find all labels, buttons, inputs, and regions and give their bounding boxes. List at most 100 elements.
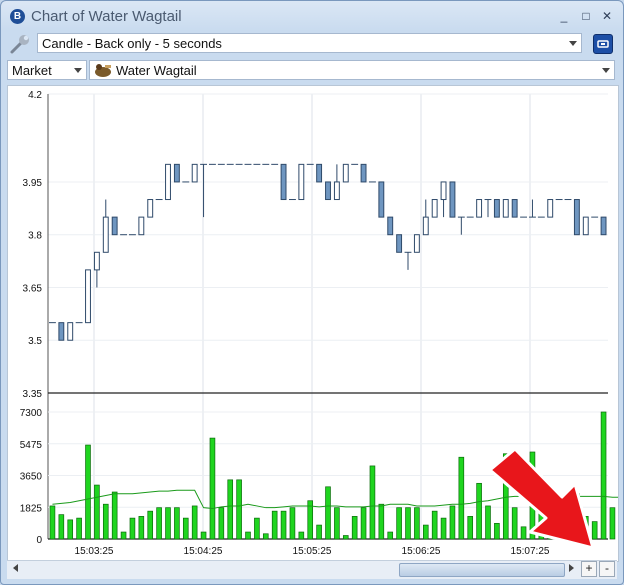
volume-bar (182, 517, 189, 540)
volume-bar (120, 531, 127, 540)
volume-bar (236, 479, 242, 540)
chevron-down-icon (74, 68, 82, 73)
volume-tick-label: 3650 (20, 472, 43, 483)
volume-bar (174, 507, 180, 540)
candle-body (325, 181, 331, 201)
scroll-thumb[interactable] (399, 563, 565, 577)
volume-bar (102, 503, 109, 540)
scroll-right-icon[interactable] (569, 564, 574, 572)
x-tick-label: 15:06:25 (402, 546, 441, 557)
volume-bar (609, 507, 616, 540)
chart-type-toolbar: Candle - Back only - 5 seconds (7, 31, 617, 57)
volume-bar (511, 507, 518, 540)
chart-panel[interactable]: 15:03:25 15:04:25 15:05:25 15:06:25 15:07:25… (7, 85, 623, 562)
volume-bar (485, 505, 491, 540)
candle-body (396, 234, 403, 253)
volume-bar (467, 516, 474, 540)
volume-bar (405, 507, 411, 540)
close-button[interactable]: ✕ (599, 9, 615, 23)
volume-tick-label: 5475 (20, 440, 43, 451)
volume-bar (111, 491, 118, 540)
candle-body (502, 199, 509, 218)
candle-body (67, 322, 74, 341)
volume-bar (458, 456, 465, 540)
chart-type-value: Candle - Back only - 5 seconds (42, 36, 222, 51)
zoom-out-button[interactable]: - (599, 561, 615, 577)
volume-bar (67, 519, 74, 540)
candle-body (111, 216, 118, 236)
volume-bar (325, 486, 331, 540)
volume-bar (387, 531, 394, 540)
scroll-left-icon[interactable] (13, 564, 18, 572)
volume-bar (254, 517, 260, 540)
volume-bar (600, 411, 607, 540)
volume-bar (431, 510, 438, 540)
volume-bar (342, 535, 349, 540)
title-bar[interactable]: B Chart of Water Wagtail _ □ ✕ (1, 1, 623, 31)
volume-tick-label: 1825 (20, 503, 43, 514)
y-tick-label: 4.2 (28, 90, 42, 101)
zoom-in-button[interactable]: + (581, 561, 597, 577)
candle-body (360, 163, 367, 183)
volume-bar (574, 493, 580, 540)
x-tick-label: 15:05:25 (293, 546, 332, 557)
candle-body (173, 163, 180, 183)
maximize-button[interactable]: □ (578, 9, 594, 23)
volume-bar (440, 517, 447, 540)
volume-bar (556, 507, 562, 540)
horse-silks-icon (95, 64, 111, 77)
volume-bar (147, 510, 154, 540)
y-tick-label: 3.65 (23, 283, 43, 294)
market-type-value: Market (12, 63, 52, 78)
volume-bar (271, 510, 278, 540)
minimize-button[interactable]: _ (556, 9, 572, 23)
horizontal-scrollbar[interactable]: + - (7, 560, 617, 579)
candle-body (316, 163, 323, 183)
market-type-select[interactable]: Market (7, 60, 87, 80)
volume-bar (360, 507, 367, 540)
volume-bar (369, 465, 376, 540)
volume-bar (334, 507, 340, 540)
volume-bar (49, 505, 56, 540)
app-icon: B (10, 9, 25, 24)
volume-bar (85, 444, 91, 540)
volume-bar (138, 516, 145, 540)
volume-bar (289, 507, 296, 540)
volume-bar (227, 479, 234, 540)
chart-type-select[interactable]: Candle - Back only - 5 seconds (37, 33, 582, 53)
y-tick-label: 3.35 (23, 389, 43, 400)
volume-bar (565, 526, 571, 540)
volume-bar (547, 510, 554, 540)
x-tick-label: 15:03:25 (75, 546, 114, 557)
candle-body (85, 269, 91, 324)
volume-bar (449, 505, 456, 540)
volume-bar (494, 522, 500, 540)
volume-bar (520, 526, 527, 540)
volume-bar (280, 510, 287, 540)
candle-body (280, 163, 287, 201)
config-button[interactable] (593, 34, 613, 54)
chevron-down-icon (602, 68, 610, 73)
volume-tick-label: 7300 (20, 408, 43, 419)
volume-bar (262, 533, 269, 540)
window-title: Chart of Water Wagtail (31, 8, 182, 25)
volume-bar (351, 516, 358, 540)
volume-bar (165, 507, 171, 540)
volume-bar (476, 482, 482, 540)
volume-bar (245, 531, 251, 540)
volume-bar (538, 486, 545, 540)
candle-body (413, 234, 420, 253)
volume-bar (209, 437, 216, 540)
candle-body (582, 216, 589, 236)
candle-body (600, 216, 607, 236)
volume-bar (378, 503, 385, 540)
volume-bar (76, 517, 82, 540)
chart-window: B Chart of Water Wagtail _ □ ✕ Candle - … (0, 0, 624, 585)
candle-body (138, 216, 145, 236)
candle-body (476, 199, 483, 218)
wrench-icon[interactable] (9, 33, 31, 55)
candle-body (342, 163, 349, 183)
volume-bar (129, 517, 136, 540)
volume-bar (502, 453, 509, 540)
selection-select[interactable]: Water Wagtail (89, 60, 615, 80)
